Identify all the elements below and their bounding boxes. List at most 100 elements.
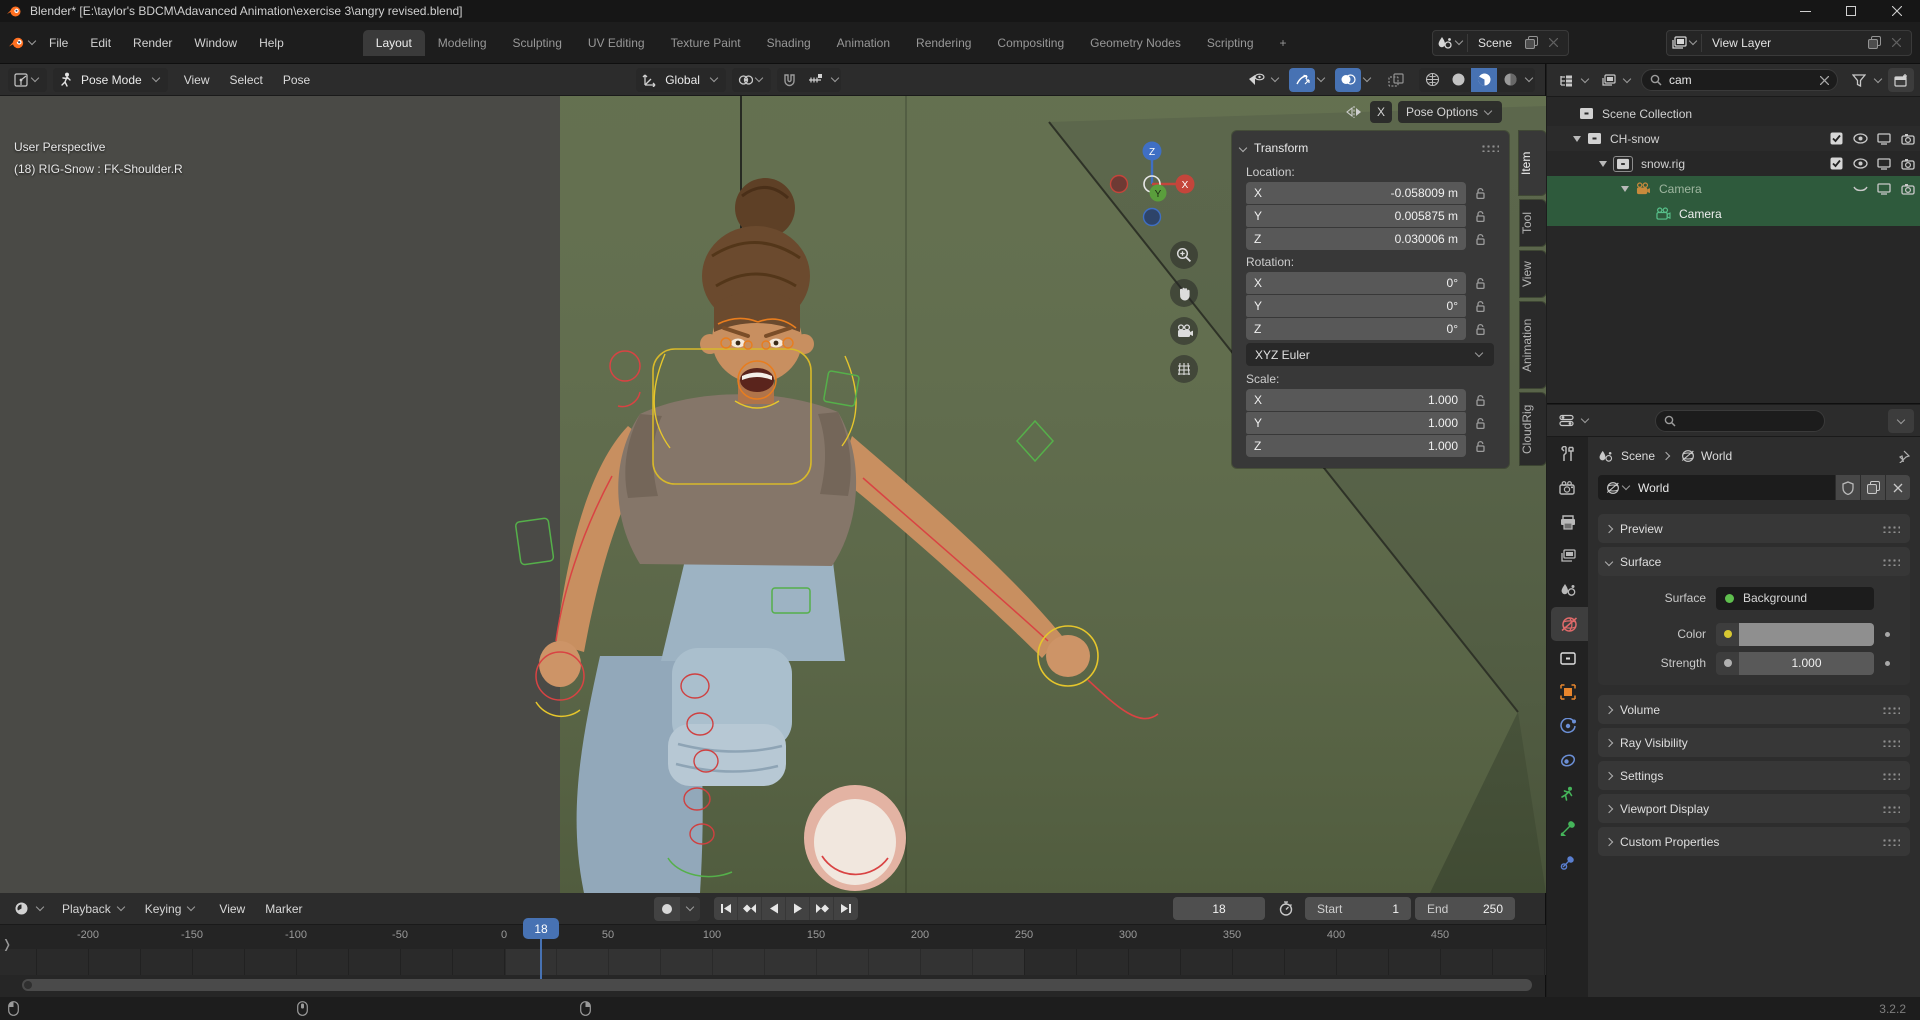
panel-surface[interactable]: Surface	[1598, 547, 1910, 576]
view-layer-new-icon[interactable]	[1863, 33, 1885, 53]
snap-target-dropdown[interactable]	[803, 68, 829, 92]
scene-icon[interactable]	[1437, 36, 1453, 50]
jump-to-start-button[interactable]	[714, 897, 738, 920]
outliner-display-mode-chevron[interactable]	[1622, 74, 1632, 83]
panel-drag-handle[interactable]	[1882, 771, 1900, 780]
location-x-field[interactable]: X -0.058009 m	[1246, 182, 1466, 204]
properties-editor-icon[interactable]	[1553, 409, 1579, 433]
transform-drag-handle[interactable]	[1481, 144, 1499, 152]
playhead-badge[interactable]: 18	[523, 918, 559, 939]
auto-key-chevron[interactable]	[680, 896, 700, 921]
mirror-x-toggle[interactable]: X	[1369, 101, 1392, 123]
pin-icon[interactable]	[1897, 450, 1910, 463]
tree-row-ch-snow[interactable]: CH-snow	[1547, 126, 1920, 151]
mode-dropdown[interactable]: Pose Mode	[53, 67, 168, 92]
playback-menu[interactable]: Playback	[56, 897, 133, 921]
disable-viewport-icon[interactable]	[1872, 182, 1896, 195]
maximize-button[interactable]	[1828, 0, 1874, 22]
overlays-toggle[interactable]	[1335, 67, 1361, 92]
sidebar-tab-animation[interactable]: Animation	[1520, 302, 1546, 388]
scale-x-field[interactable]: X 1.000	[1246, 389, 1466, 411]
keying-menu[interactable]: Keying	[139, 897, 204, 921]
panel-drag-handle[interactable]	[1882, 524, 1900, 533]
tab-tool-icon[interactable]	[1547, 437, 1588, 471]
sidebar-tab-cloudrig[interactable]: CloudRig	[1520, 393, 1546, 465]
color-field[interactable]	[1716, 622, 1874, 646]
jump-to-end-button[interactable]	[834, 897, 858, 920]
pivot-point-dropdown[interactable]	[731, 67, 771, 92]
scene-new-icon[interactable]	[1520, 33, 1542, 53]
next-keyframe-button[interactable]	[810, 897, 834, 920]
lock-icon[interactable]	[1474, 394, 1487, 407]
blender-menu-button[interactable]	[8, 35, 38, 51]
timeline-menu-marker[interactable]: Marker	[255, 898, 312, 920]
scene-name[interactable]: Scene	[1470, 36, 1520, 50]
transform-collapse-arrow[interactable]	[1238, 143, 1248, 153]
workspace-tab-modeling[interactable]: Modeling	[425, 30, 500, 56]
snap-magnet-icon[interactable]	[777, 68, 803, 92]
panel-drag-handle[interactable]	[1882, 837, 1900, 846]
editor-type-button[interactable]	[8, 67, 47, 92]
hidden-eye-closed-icon[interactable]	[1848, 184, 1872, 194]
timeline-editor-chevron[interactable]	[35, 902, 45, 912]
shading-chevron[interactable]	[1524, 73, 1534, 83]
minimize-button[interactable]	[1782, 0, 1828, 22]
timeline-track[interactable]	[0, 949, 1546, 975]
color-input-socket[interactable]	[1716, 622, 1739, 646]
view-layer-browse-chevron[interactable]	[1688, 36, 1698, 46]
menu-edit[interactable]: Edit	[79, 31, 122, 55]
lock-icon[interactable]	[1474, 440, 1487, 453]
lock-icon[interactable]	[1474, 210, 1487, 223]
rotation-y-field[interactable]: Y 0°	[1246, 295, 1466, 317]
timeline-menu-view[interactable]: View	[209, 898, 255, 920]
previous-keyframe-button[interactable]	[738, 897, 762, 920]
rotation-x-field[interactable]: X 0°	[1246, 272, 1466, 294]
fake-user-shield-icon[interactable]	[1836, 475, 1860, 500]
breadcrumb-scene[interactable]: Scene	[1621, 449, 1655, 463]
panel-drag-handle[interactable]	[1882, 557, 1900, 566]
tab-constraints-icon[interactable]	[1547, 743, 1588, 777]
end-frame-field[interactable]: End 250	[1415, 897, 1515, 920]
menu-help[interactable]: Help	[248, 31, 295, 55]
menu-window[interactable]: Window	[183, 31, 248, 55]
zoom-button[interactable]	[1170, 241, 1198, 269]
gizmos-toggle[interactable]	[1289, 67, 1315, 92]
tab-output-icon[interactable]	[1547, 505, 1588, 539]
start-frame-field[interactable]: Start 1	[1305, 897, 1411, 920]
disable-render-icon[interactable]	[1896, 183, 1920, 195]
transform-orientation-dropdown[interactable]: Global	[636, 67, 726, 92]
panel-settings[interactable]: Settings	[1598, 761, 1910, 790]
outliner-editor-icon[interactable]	[1553, 68, 1579, 92]
properties-search[interactable]	[1654, 409, 1825, 432]
pose-options-dropdown[interactable]: Pose Options	[1397, 101, 1502, 123]
timeline-ruler[interactable]: -200 -150 -100 -50 0 50 100 150 200 250 …	[0, 925, 1546, 949]
rotation-z-field[interactable]: Z 0°	[1246, 318, 1466, 340]
expand-arrow[interactable]	[1573, 135, 1581, 142]
outliner-search[interactable]: cam	[1641, 69, 1838, 91]
workspace-tab-geometry-nodes[interactable]: Geometry Nodes	[1077, 30, 1194, 56]
workspace-tab-add[interactable]: +	[1267, 30, 1300, 56]
show-object-types-chevron[interactable]	[1270, 73, 1280, 83]
strength-field[interactable]: 1.000	[1716, 651, 1874, 675]
properties-editor-chevron[interactable]	[1580, 414, 1590, 424]
workspace-tab-shading[interactable]: Shading	[754, 30, 824, 56]
tab-collection-icon[interactable]	[1547, 641, 1588, 675]
workspace-tab-layout[interactable]: Layout	[362, 29, 425, 56]
panel-viewport-display[interactable]: Viewport Display	[1598, 794, 1910, 823]
world-browse-icon[interactable]	[1606, 481, 1620, 495]
play-reverse-button[interactable]	[762, 897, 786, 920]
shading-rendered-icon[interactable]	[1497, 68, 1523, 92]
animate-dot[interactable]	[1885, 660, 1890, 666]
lock-icon[interactable]	[1474, 417, 1487, 430]
tab-render-icon[interactable]	[1547, 471, 1588, 505]
workspace-tab-texture-paint[interactable]: Texture Paint	[658, 30, 754, 56]
lock-icon[interactable]	[1474, 233, 1487, 246]
scale-y-field[interactable]: Y 1.000	[1246, 412, 1466, 434]
viewport-menu-view[interactable]: View	[174, 69, 220, 91]
outliner-display-mode-icon[interactable]	[1595, 68, 1621, 92]
color-swatch[interactable]	[1739, 622, 1874, 646]
panel-drag-handle[interactable]	[1882, 804, 1900, 813]
current-frame-field[interactable]: 18	[1173, 897, 1265, 920]
workspace-tab-uv-editing[interactable]: UV Editing	[575, 30, 658, 56]
strength-input-socket[interactable]	[1716, 651, 1739, 675]
